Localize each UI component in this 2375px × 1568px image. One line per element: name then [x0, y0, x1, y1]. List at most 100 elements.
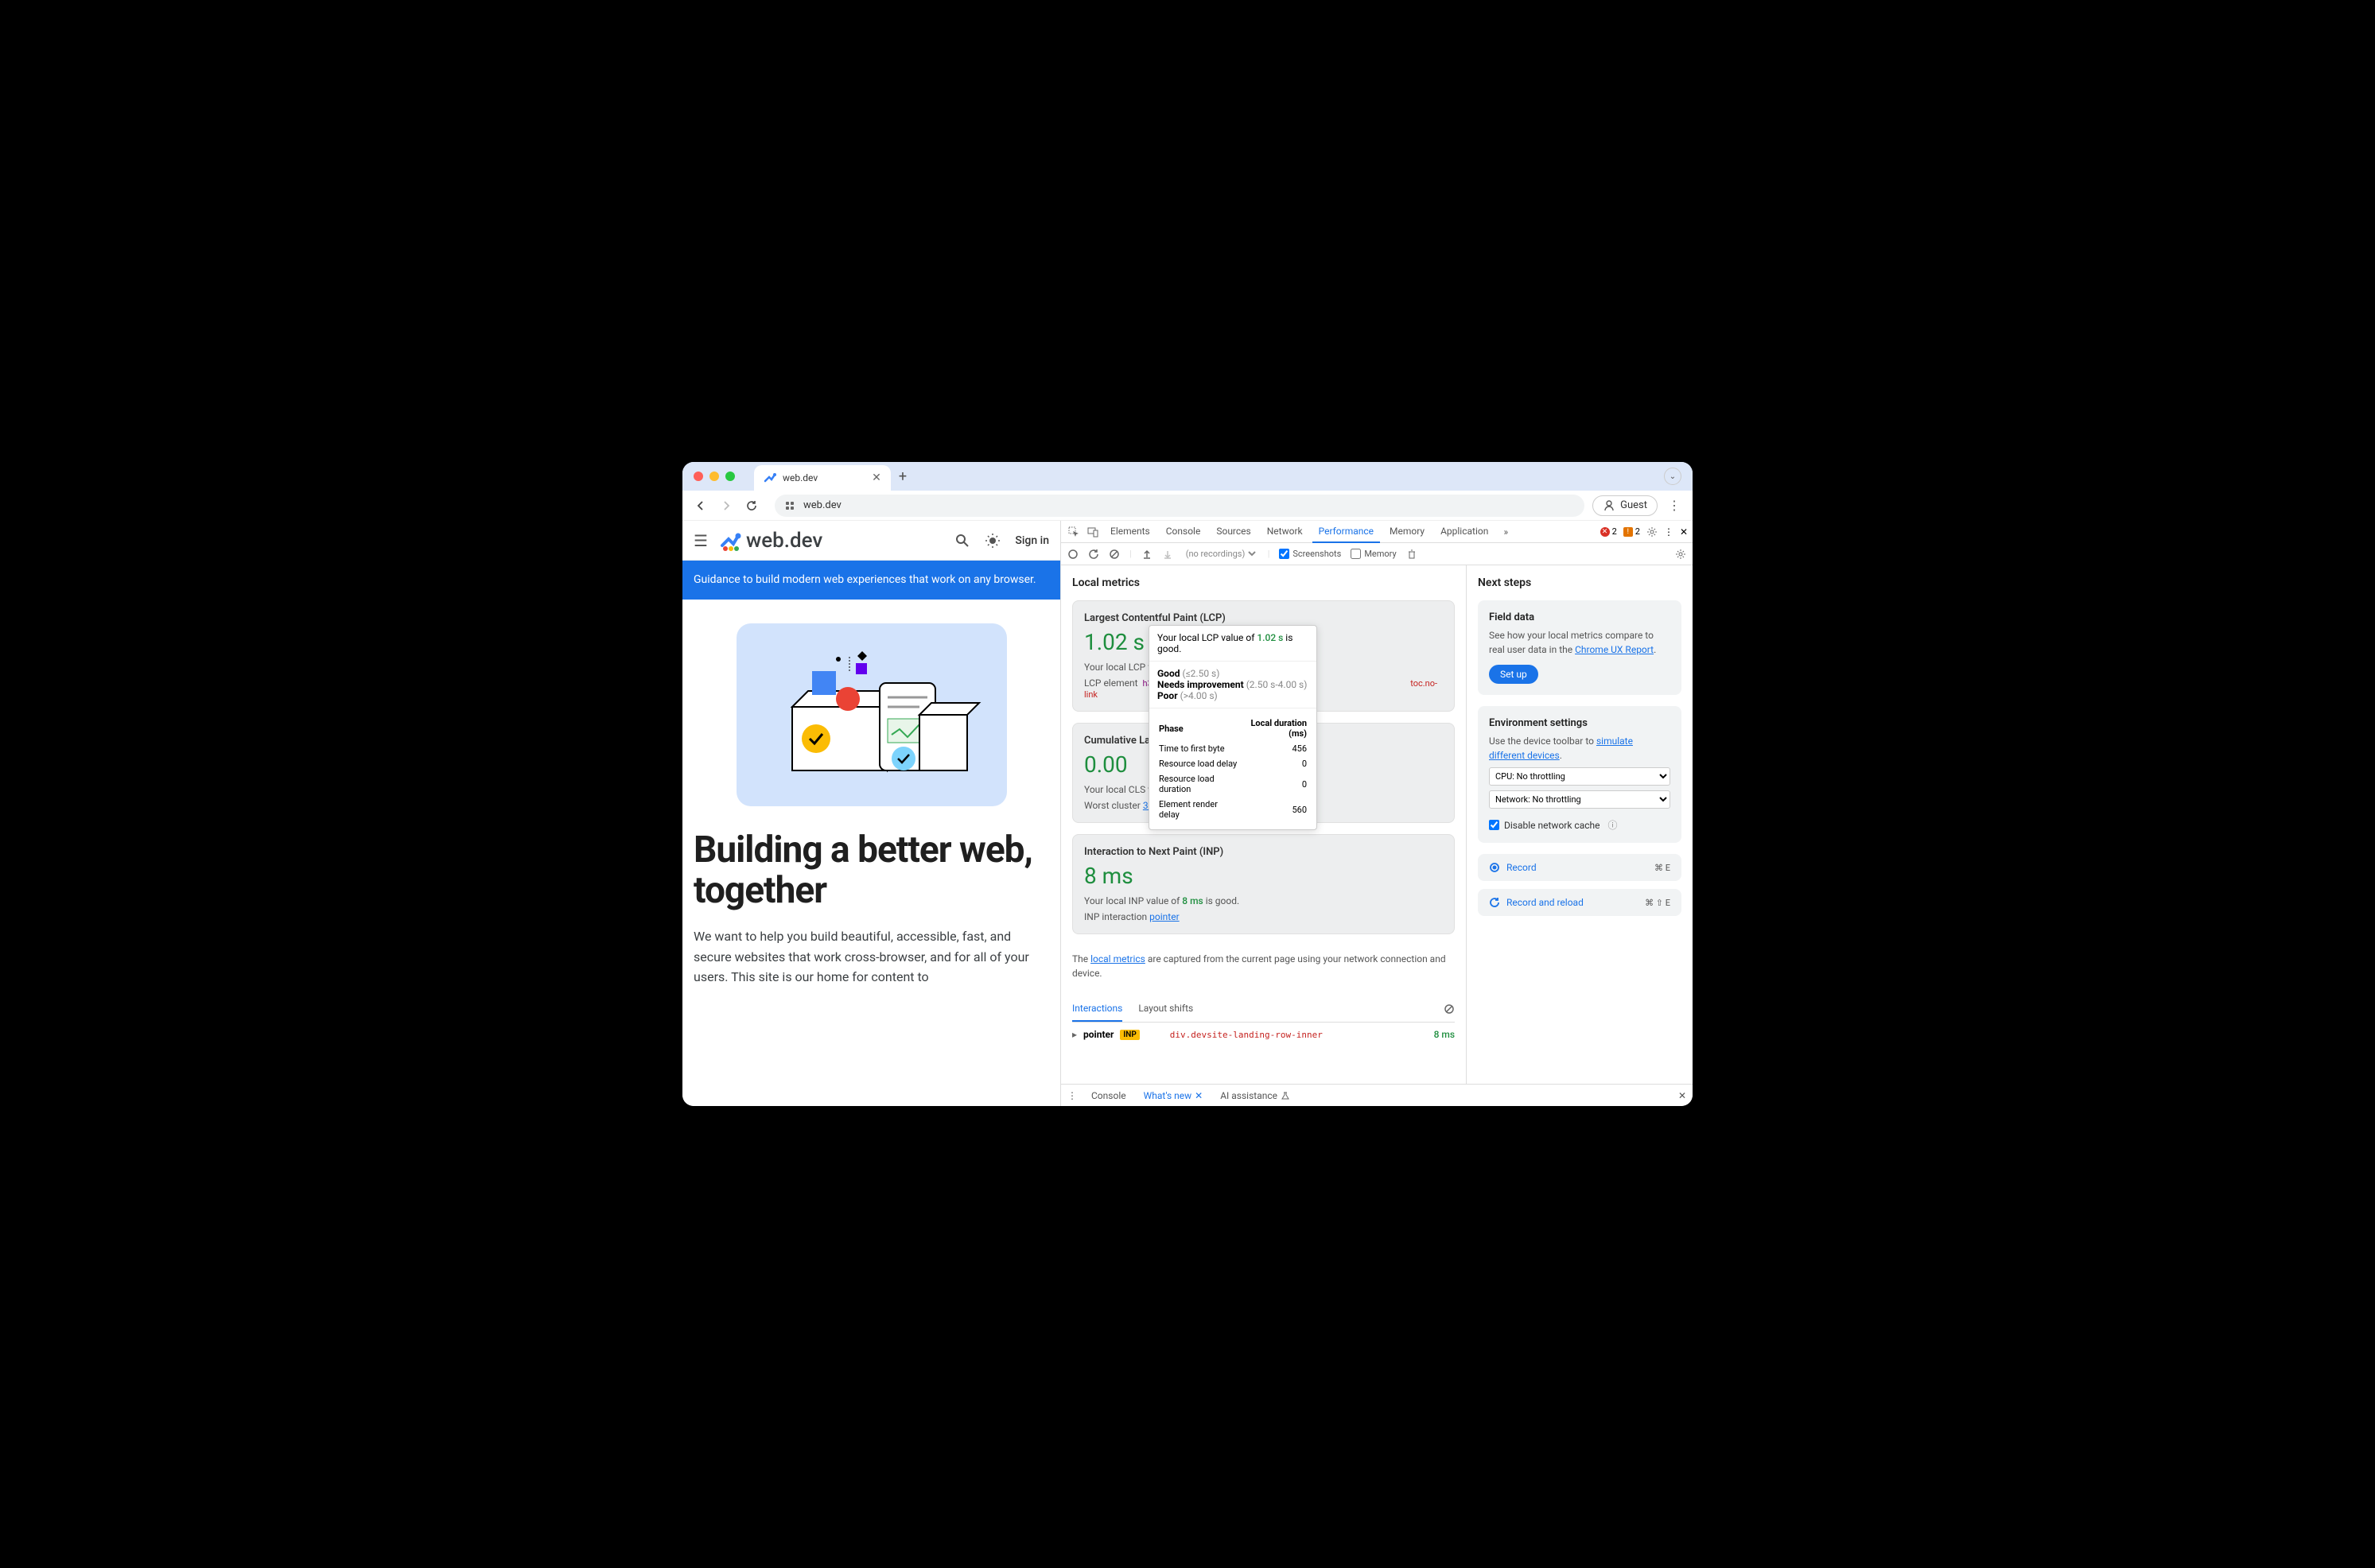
site-info-icon[interactable] — [784, 500, 795, 511]
new-tab-button[interactable]: + — [899, 468, 907, 485]
setup-button[interactable]: Set up — [1489, 665, 1538, 684]
tab-application[interactable]: Application — [1434, 521, 1495, 543]
record-action[interactable]: Record ⌘ E — [1478, 854, 1681, 881]
record-reload-action[interactable]: Record and reload ⌘ ⇧ E — [1478, 889, 1681, 916]
titlebar: web.dev ✕ + ⌄ — [682, 462, 1693, 491]
inp-badge: INP — [1120, 1030, 1139, 1040]
devtools-drawer: ⋮ Console What's new ✕ AI assistance ✕ — [1061, 1084, 1693, 1106]
page-banner: Guidance to build modern web experiences… — [682, 561, 1060, 600]
close-tab-icon[interactable]: ✕ — [872, 472, 881, 484]
inp-card: Interaction to Next Paint (INP) 8 ms You… — [1072, 834, 1455, 934]
tab-console[interactable]: Console — [1160, 521, 1207, 543]
lcp-tooltip: Your local LCP value of 1.02 s is good. … — [1149, 625, 1317, 830]
tab-layout-shifts[interactable]: Layout shifts — [1138, 996, 1193, 1022]
browser-window: web.dev ✕ + ⌄ web.dev Guest ⋮ ☰ web.dev — [682, 462, 1693, 1106]
maximize-window-icon[interactable] — [725, 472, 735, 481]
gc-icon[interactable] — [1406, 549, 1417, 560]
reload-record-icon[interactable] — [1088, 549, 1099, 560]
crux-link[interactable]: Chrome UX Report — [1575, 644, 1654, 655]
clear-interactions-icon[interactable] — [1444, 1003, 1455, 1015]
download-icon[interactable] — [1162, 549, 1173, 560]
reload-button[interactable] — [743, 497, 760, 514]
memory-checkbox[interactable]: Memory — [1351, 549, 1396, 559]
theme-toggle-icon[interactable] — [985, 533, 1001, 549]
record-dot-icon — [1489, 862, 1500, 873]
signin-link[interactable]: Sign in — [1015, 534, 1049, 547]
close-drawer-tab-icon[interactable]: ✕ — [1195, 1090, 1203, 1101]
lcp-title: Largest Contentful Paint (LCP) — [1084, 612, 1443, 624]
flask-icon — [1281, 1091, 1290, 1100]
person-icon — [1603, 499, 1615, 512]
tab-sources[interactable]: Sources — [1210, 521, 1257, 543]
tab-interactions[interactable]: Interactions — [1072, 996, 1122, 1022]
favicon-icon — [764, 472, 776, 484]
browser-menu-icon[interactable]: ⋮ — [1666, 497, 1683, 514]
more-tabs-icon[interactable]: » — [1498, 526, 1514, 538]
logo-text: web.dev — [746, 529, 822, 553]
next-steps-sidebar: Next steps Field data See how your local… — [1466, 565, 1693, 1084]
network-throttling-select[interactable]: Network: No throttling — [1489, 790, 1670, 809]
local-metrics-title: Local metrics — [1072, 576, 1455, 589]
site-logo[interactable]: web.dev — [719, 529, 822, 553]
minimize-window-icon[interactable] — [709, 472, 719, 481]
devtools-menu-icon[interactable]: ⋮ — [1664, 526, 1673, 538]
warning-count[interactable]: !2 — [1623, 526, 1640, 537]
error-count[interactable]: ✕2 — [1600, 526, 1617, 537]
bottom-tabs: Interactions Layout shifts — [1072, 996, 1455, 1023]
forward-button — [717, 497, 735, 514]
close-devtools-icon[interactable]: ✕ — [1680, 526, 1688, 538]
tab-memory[interactable]: Memory — [1383, 521, 1431, 543]
recordings-select[interactable]: (no recordings) — [1183, 548, 1258, 560]
drawer-console[interactable]: Console — [1088, 1090, 1129, 1101]
drawer-menu-icon[interactable]: ⋮ — [1067, 1090, 1077, 1101]
disable-cache-checkbox[interactable]: Disable network cache ⓘ — [1489, 818, 1670, 832]
close-drawer-icon[interactable]: ✕ — [1678, 1090, 1686, 1101]
help-icon[interactable]: ⓘ — [1607, 818, 1617, 832]
device-toolbar-icon[interactable] — [1085, 526, 1101, 538]
page-header: ☰ web.dev Sign in — [682, 521, 1060, 561]
upload-icon[interactable] — [1141, 549, 1153, 560]
url-field[interactable]: web.dev — [775, 495, 1584, 517]
search-icon[interactable] — [954, 533, 970, 549]
settings-icon[interactable] — [1646, 526, 1658, 538]
back-button[interactable] — [692, 497, 709, 514]
cpu-throttling-select[interactable]: CPU: No throttling — [1489, 767, 1670, 786]
inp-interaction: INP interaction pointer — [1084, 911, 1443, 922]
reload-icon — [1489, 897, 1500, 908]
local-metrics-link[interactable]: local metrics — [1090, 953, 1145, 964]
hero-title: Building a better web, together — [694, 830, 1049, 910]
guest-label: Guest — [1620, 499, 1647, 511]
environment-card: Environment settings Use the device tool… — [1478, 706, 1681, 843]
browser-tab[interactable]: web.dev ✕ — [754, 465, 891, 491]
clear-icon[interactable] — [1109, 549, 1120, 560]
toolbar-settings-icon[interactable] — [1675, 549, 1686, 560]
tab-title: web.dev — [783, 472, 818, 483]
rendered-page: ☰ web.dev Sign in Guidance to build mode… — [682, 521, 1060, 1106]
tab-performance[interactable]: Performance — [1312, 521, 1380, 543]
hamburger-menu-icon[interactable]: ☰ — [694, 531, 708, 550]
drawer-whatsnew[interactable]: What's new ✕ — [1141, 1090, 1207, 1101]
drawer-ai[interactable]: AI assistance — [1217, 1090, 1293, 1101]
pointer-link[interactable]: pointer — [1149, 911, 1179, 922]
next-steps-title: Next steps — [1478, 576, 1681, 589]
tab-elements[interactable]: Elements — [1104, 521, 1156, 543]
inp-title: Interaction to Next Paint (INP) — [1084, 846, 1443, 858]
traffic-lights — [694, 472, 735, 481]
profile-chip[interactable]: Guest — [1592, 495, 1658, 516]
record-icon[interactable] — [1067, 549, 1079, 560]
devtools-tabs: Elements Console Sources Network Perform… — [1061, 521, 1693, 543]
field-data-card: Field data See how your local metrics co… — [1478, 600, 1681, 695]
screenshots-checkbox[interactable]: Screenshots — [1279, 549, 1341, 559]
url-text: web.dev — [803, 499, 842, 511]
tabs-dropdown-icon[interactable]: ⌄ — [1664, 468, 1681, 485]
hero-description: We want to help you build beautiful, acc… — [694, 926, 1049, 988]
interaction-row[interactable]: ▸ pointer INP div.devsite-landing-row-in… — [1072, 1023, 1455, 1046]
inspect-element-icon[interactable] — [1066, 526, 1082, 538]
hero-illustration — [682, 600, 1060, 830]
illustration-icon — [760, 635, 983, 794]
performance-toolbar: | (no recordings) | Screenshots Memory — [1061, 543, 1693, 565]
logo-icon — [719, 530, 741, 552]
content-area: ☰ web.dev Sign in Guidance to build mode… — [682, 521, 1693, 1106]
close-window-icon[interactable] — [694, 472, 703, 481]
tab-network[interactable]: Network — [1261, 521, 1309, 543]
